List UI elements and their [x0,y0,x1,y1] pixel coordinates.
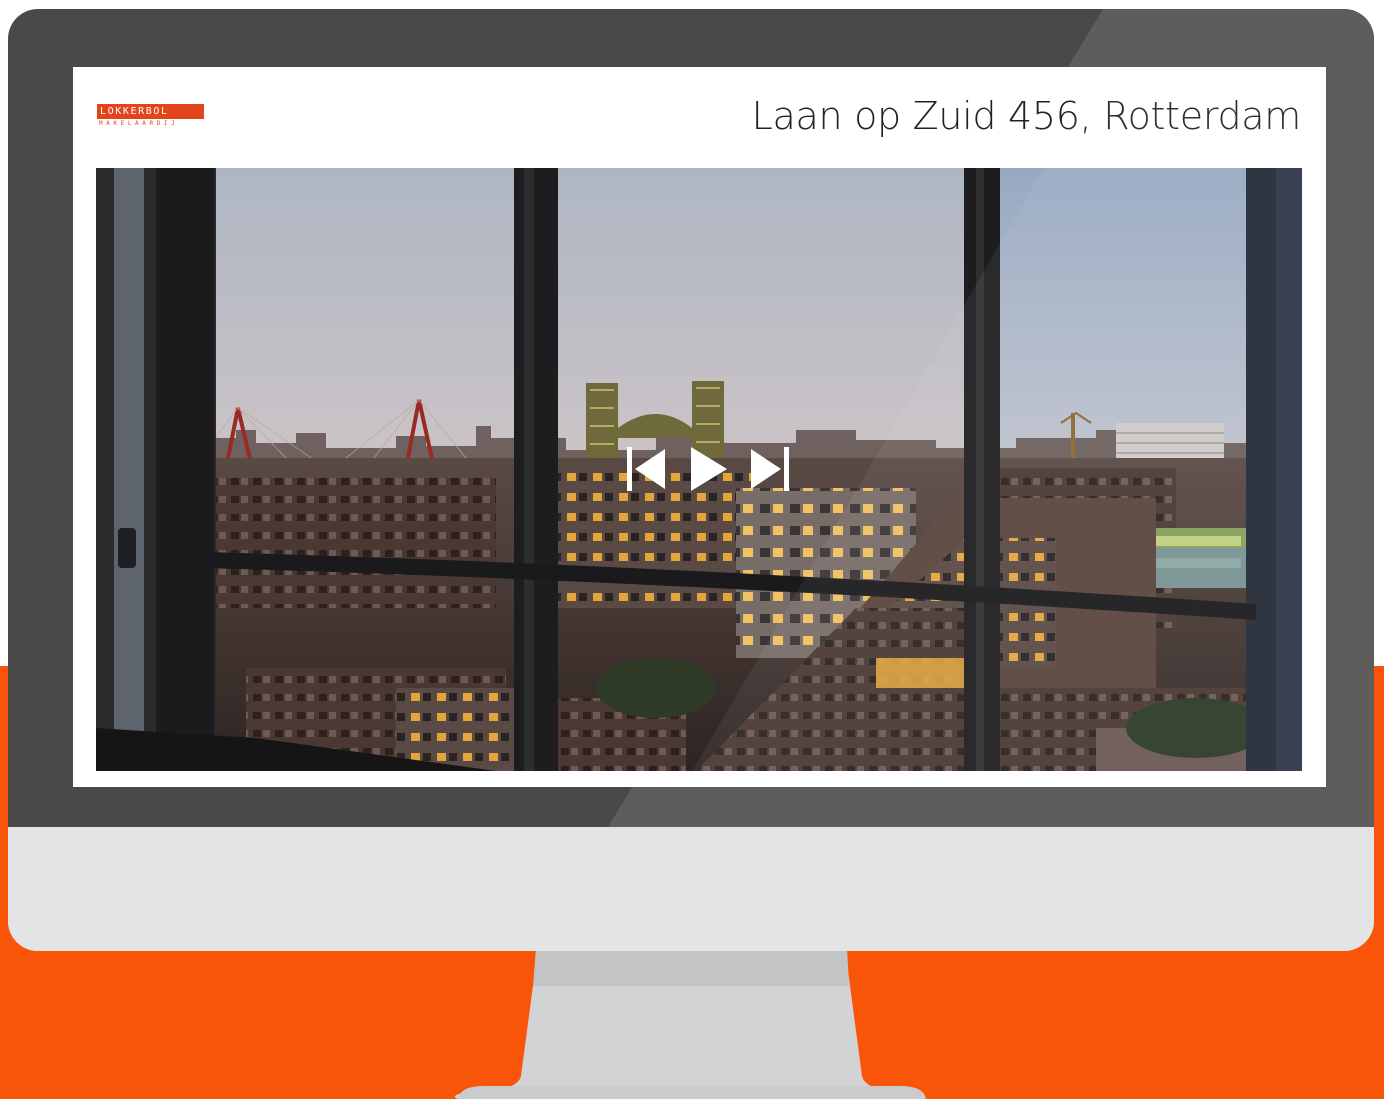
skip-previous-icon[interactable] [623,443,671,495]
screen: LOKKERBOL MAKELAARDIJ Laan op Zuid 456, … [73,67,1326,787]
skip-next-icon[interactable] [745,443,793,495]
monitor: LOKKERBOL MAKELAARDIJ Laan op Zuid 456, … [8,9,1374,951]
logo-tagline: MAKELAARDIJ [99,120,179,127]
property-address: Laan op Zuid 456, Rotterdam [751,94,1302,138]
property-photo[interactable] [96,168,1302,771]
logo-wordmark: LOKKERBOL [97,104,204,119]
slideshow-controls [623,443,793,495]
brand-logo[interactable]: LOKKERBOL MAKELAARDIJ [97,104,204,130]
play-icon[interactable] [687,443,731,495]
monitor-chin [8,827,1374,951]
